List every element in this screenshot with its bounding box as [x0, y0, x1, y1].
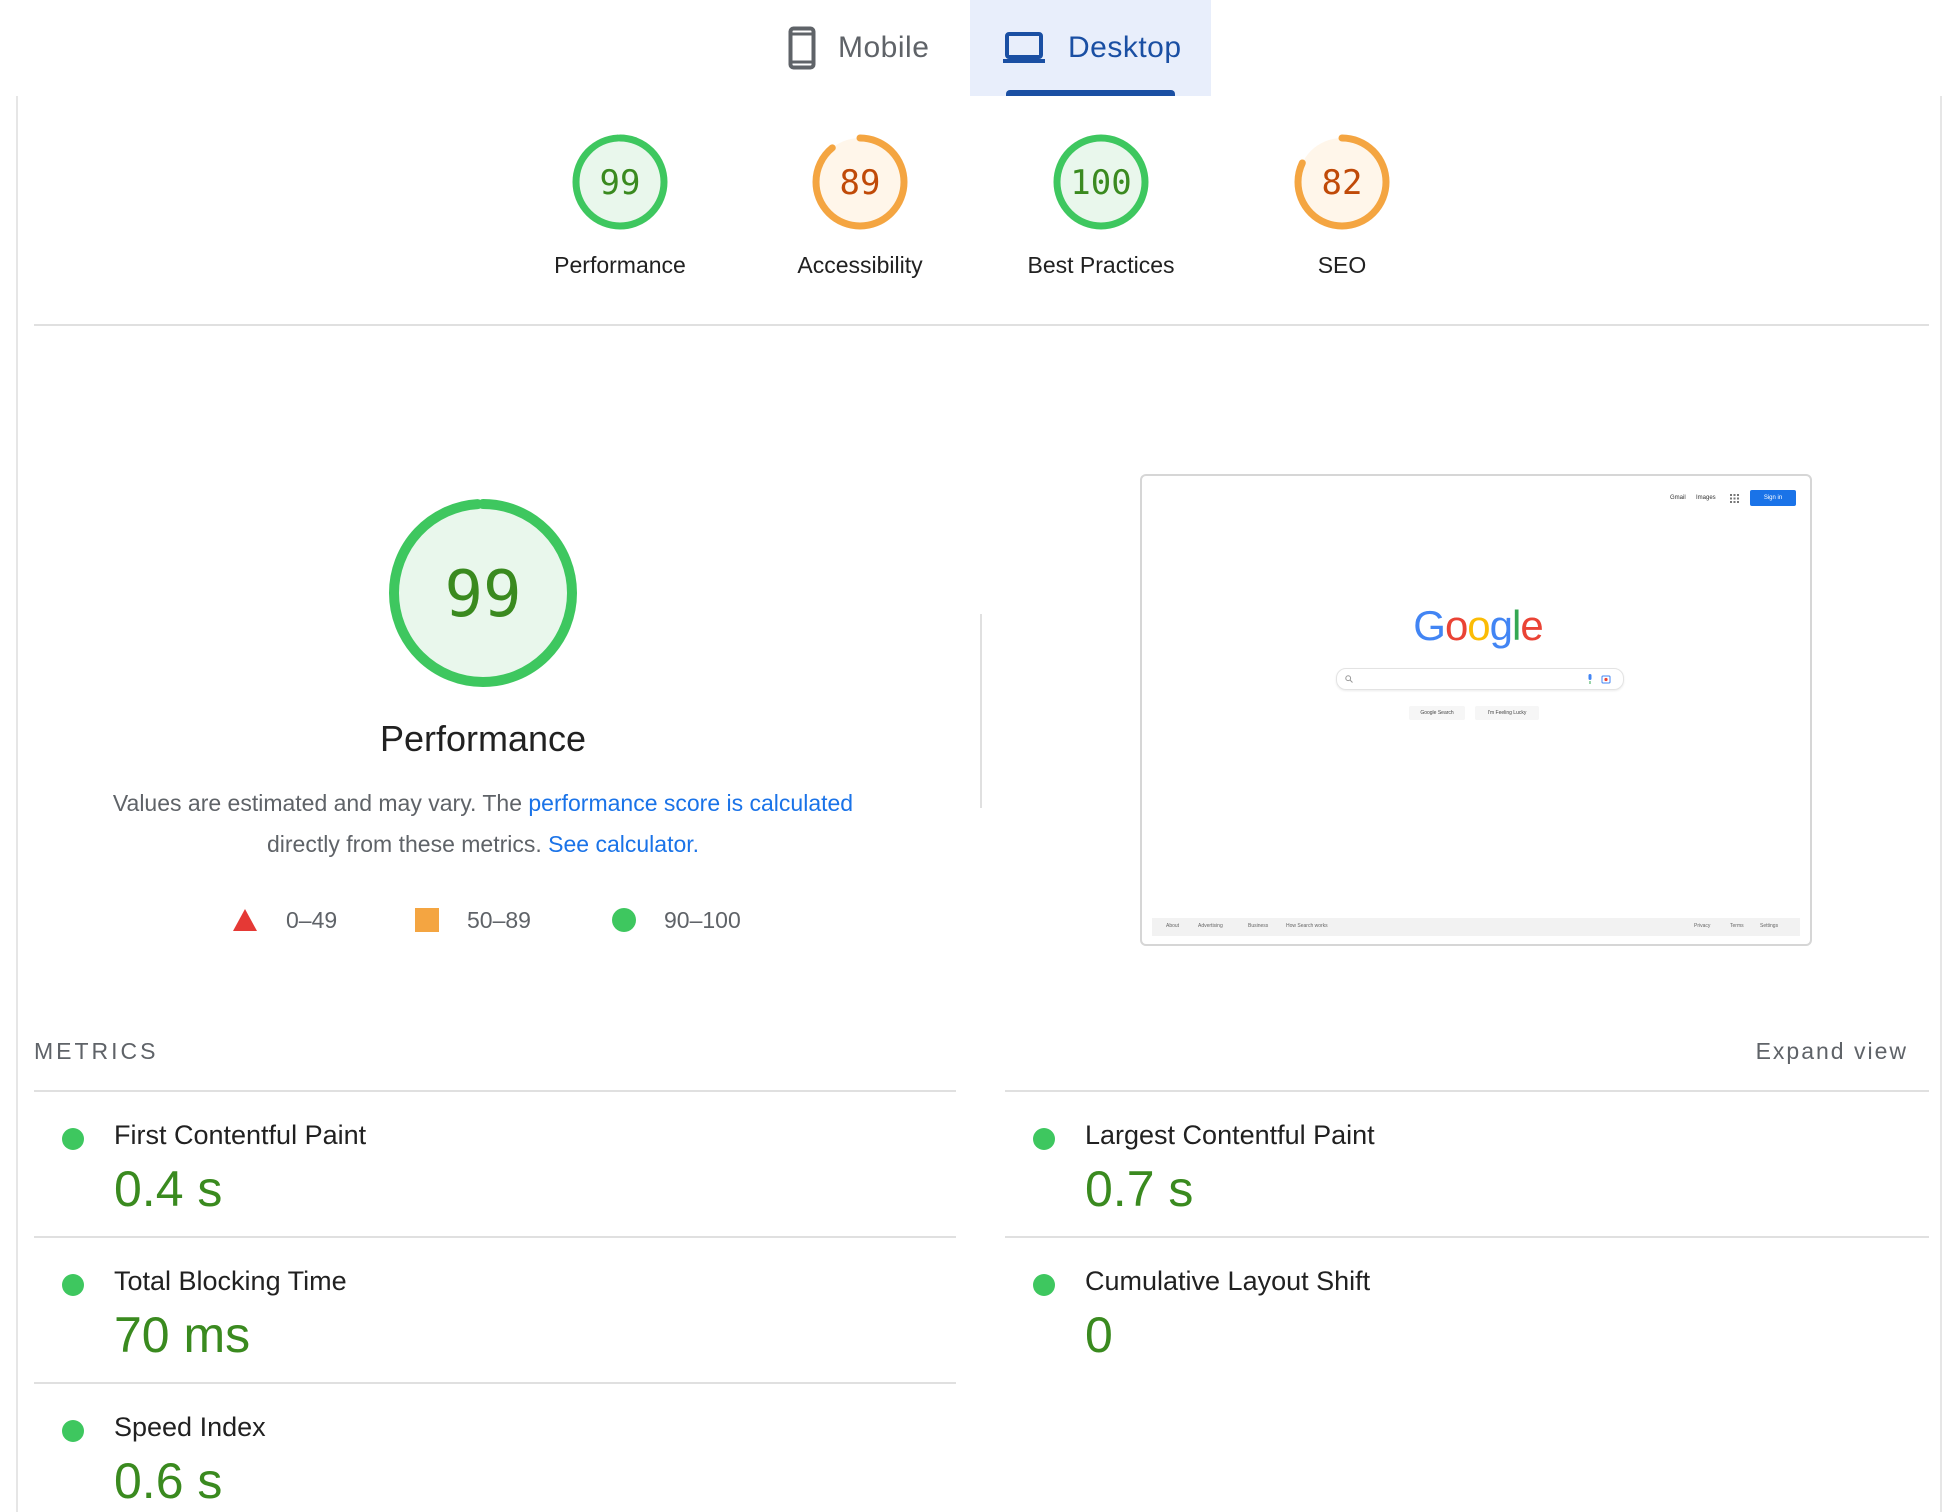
- tab-mobile-label: Mobile: [838, 31, 930, 64]
- metric-largest-contentful-paint: Largest Contentful Paint 0.7 s: [1005, 1092, 1905, 1232]
- see-calculator-link[interactable]: See calculator.: [548, 831, 699, 857]
- metric-value: 0.6 s: [114, 1453, 223, 1509]
- metric-label: Cumulative Layout Shift: [1085, 1266, 1371, 1296]
- thumb-search-button: Google Search: [1409, 706, 1465, 720]
- active-tab-indicator: [1006, 90, 1175, 96]
- tab-desktop[interactable]: Desktop: [970, 0, 1211, 96]
- metric-label: First Contentful Paint: [114, 1120, 367, 1150]
- thumb-google-logo: Google: [1413, 602, 1543, 649]
- thumb-footer-link: Terms: [1730, 923, 1744, 929]
- metric-label: Largest Contentful Paint: [1085, 1120, 1375, 1150]
- metric-value: 0.4 s: [114, 1161, 223, 1217]
- performance-score: 99: [444, 558, 521, 632]
- pass-indicator-icon: [62, 1128, 84, 1150]
- performance-title: Performance: [379, 718, 587, 759]
- thumb-footer-link: About: [1166, 923, 1180, 929]
- thumb-images-link: Images: [1696, 495, 1716, 501]
- panel-border-left: [16, 96, 18, 1512]
- panel-border-right: [1940, 96, 1942, 1512]
- gauge-seo[interactable]: 82 SEO: [1242, 132, 1442, 292]
- gauge-performance[interactable]: 99 Performance: [520, 132, 720, 292]
- metrics-heading: METRICS: [34, 1038, 159, 1064]
- legend-pass: 90–100: [612, 902, 741, 938]
- legend-label: 50–89: [467, 906, 531, 933]
- thumb-footer: About Advertising Business How Search wo…: [1152, 918, 1800, 936]
- gauge-ring: 89: [812, 134, 908, 230]
- metric-cumulative-layout-shift: Cumulative Layout Shift 0: [1005, 1238, 1905, 1378]
- tab-desktop-label: Desktop: [1068, 31, 1182, 64]
- divider: [34, 324, 1929, 326]
- gauge-label: Best Practices: [1027, 252, 1175, 278]
- device-tabs: Mobile Desktop: [0, 0, 1946, 96]
- square-icon: [415, 908, 439, 932]
- gauge-ring: 82: [1294, 134, 1390, 230]
- metric-value: 0: [1085, 1307, 1113, 1363]
- thumb-footer-link: Settings: [1760, 923, 1779, 929]
- search-icon: [1345, 675, 1353, 683]
- gauge-label: Accessibility: [797, 252, 923, 278]
- thumb-sign-in-button: Sign in: [1750, 490, 1796, 506]
- desc-text-1: Values are estimated and may vary. The: [112, 790, 529, 816]
- gauge-label: Performance: [554, 252, 686, 278]
- score-calculated-link[interactable]: performance score is calculated: [528, 790, 853, 816]
- thumb-search-box: [1336, 668, 1624, 690]
- thumb-lucky-button: I'm Feeling Lucky: [1475, 706, 1539, 720]
- metric-value: 70 ms: [114, 1307, 251, 1363]
- gauge-accessibility[interactable]: 89 Accessibility: [760, 132, 960, 292]
- gauge-score: 89: [840, 163, 881, 203]
- thumb-footer-link: Privacy: [1694, 923, 1711, 929]
- metric-total-blocking-time: Total Blocking Time 70 ms: [34, 1238, 934, 1378]
- page-screenshot[interactable]: Gmail Images Sign in Google Google Searc…: [1140, 474, 1812, 946]
- mic-icon: [1588, 674, 1592, 684]
- triangle-icon: [233, 909, 257, 931]
- pass-indicator-icon: [62, 1420, 84, 1442]
- gauge-best-practices[interactable]: 100 Best Practices: [1001, 132, 1201, 292]
- gauge-score: 82: [1322, 163, 1363, 203]
- desc-text-2: directly from these metrics.: [266, 831, 549, 857]
- pass-indicator-icon: [1033, 1274, 1055, 1296]
- gauge-score: 100: [1070, 163, 1131, 203]
- legend-fail: 0–49: [232, 902, 337, 938]
- legend-average: 50–89: [415, 902, 531, 938]
- laptop-icon: [1003, 32, 1045, 63]
- metric-first-contentful-paint: First Contentful Paint 0.4 s: [34, 1092, 934, 1232]
- apps-grid-icon: [1730, 494, 1739, 503]
- gauge-score: 99: [600, 163, 641, 203]
- performance-description: Values are estimated and may vary. The p…: [60, 783, 906, 865]
- metric-speed-index: Speed Index 0.6 s: [34, 1384, 934, 1512]
- thumb-footer-link: How Search works: [1286, 923, 1328, 929]
- metric-label: Speed Index: [114, 1412, 266, 1442]
- phone-icon: [788, 26, 816, 70]
- gauge-ring: 100: [1053, 134, 1149, 230]
- pass-indicator-icon: [62, 1274, 84, 1296]
- performance-gauge: 99: [389, 499, 577, 687]
- metric-label: Total Blocking Time: [114, 1266, 347, 1296]
- thumb-gmail-link: Gmail: [1670, 495, 1686, 501]
- expand-view-toggle[interactable]: Expand view: [1620, 1038, 1908, 1065]
- thumb-footer-link: Business: [1248, 923, 1269, 929]
- gauge-ring: 99: [572, 134, 668, 230]
- thumb-footer-link: Advertising: [1198, 923, 1223, 929]
- gauge-label: SEO: [1317, 252, 1367, 278]
- pass-indicator-icon: [1033, 1128, 1055, 1150]
- circle-icon: [612, 908, 636, 932]
- camera-icon: [1601, 675, 1611, 684]
- legend-label: 0–49: [286, 906, 338, 933]
- legend-label: 90–100: [664, 906, 741, 933]
- vertical-separator: [980, 614, 982, 808]
- tab-mobile[interactable]: Mobile: [765, 0, 970, 96]
- metric-value: 0.7 s: [1085, 1161, 1194, 1217]
